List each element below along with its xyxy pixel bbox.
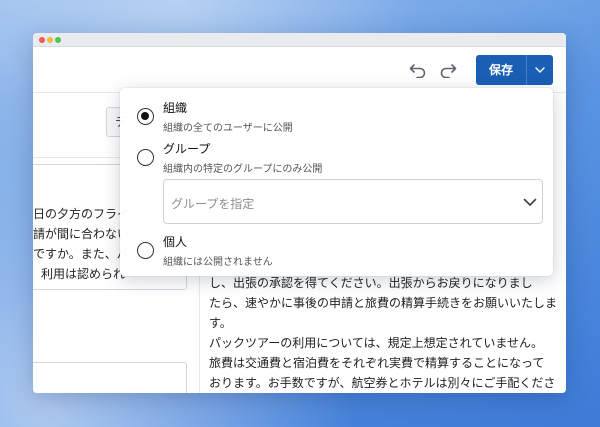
text-line: し、出張の承認を得てください。出張からお戻りになりまし [209, 276, 533, 290]
chevron-down-icon [523, 198, 537, 206]
option-label: 組織 [163, 101, 188, 115]
save-button[interactable]: 保存 [476, 55, 526, 85]
redo-icon[interactable] [439, 62, 457, 79]
maximize-window-button[interactable] [55, 37, 61, 43]
option-description: 組織内の特定のグループにのみ公開 [163, 164, 323, 175]
option-label: グループ [163, 142, 211, 156]
text-line: す。 [209, 316, 232, 330]
minimize-window-button[interactable] [47, 37, 53, 43]
chevron-down-icon [535, 67, 545, 73]
text-line: パックツアーの利用については、規定上想定されていません。 [209, 336, 543, 350]
undo-icon[interactable] [409, 62, 427, 79]
option-description: 組織の全てのユーザーに公開 [163, 123, 293, 134]
radio-group[interactable] [137, 149, 154, 166]
option-description: 組織には公開されません [163, 257, 273, 268]
toolbar: 保存 [33, 47, 566, 93]
left-input-field[interactable] [33, 362, 187, 393]
group-select[interactable]: グループを指定 [163, 179, 543, 224]
radio-organization[interactable] [137, 108, 154, 125]
save-options-button[interactable] [527, 55, 553, 85]
save-split-button: 保存 [476, 55, 553, 85]
text-line: おります。お手数ですが、航空券とホテルは別々にご手配くださ [209, 376, 556, 390]
radio-personal[interactable] [137, 242, 154, 259]
reply-text[interactable]: し、出張の承認を得てください。出張からお戻りになりまし たら、速やかに事後の申請… [209, 273, 559, 393]
close-window-button[interactable] [39, 37, 45, 43]
text-line: 旅費は交通費と宿泊費をそれぞれ実費で精算することになって [209, 356, 545, 370]
window-titlebar [33, 33, 566, 47]
group-select-placeholder: グループを指定 [171, 197, 255, 211]
visibility-dropdown: 組織 組織の全てのユーザーに公開 グループ 組織内の特定のグループにのみ公開 グ… [120, 88, 553, 276]
text-line: たら、速やかに事後の申請と旅費の精算手続きをお願いいたしま [209, 296, 558, 310]
option-label: 個人 [163, 235, 188, 249]
